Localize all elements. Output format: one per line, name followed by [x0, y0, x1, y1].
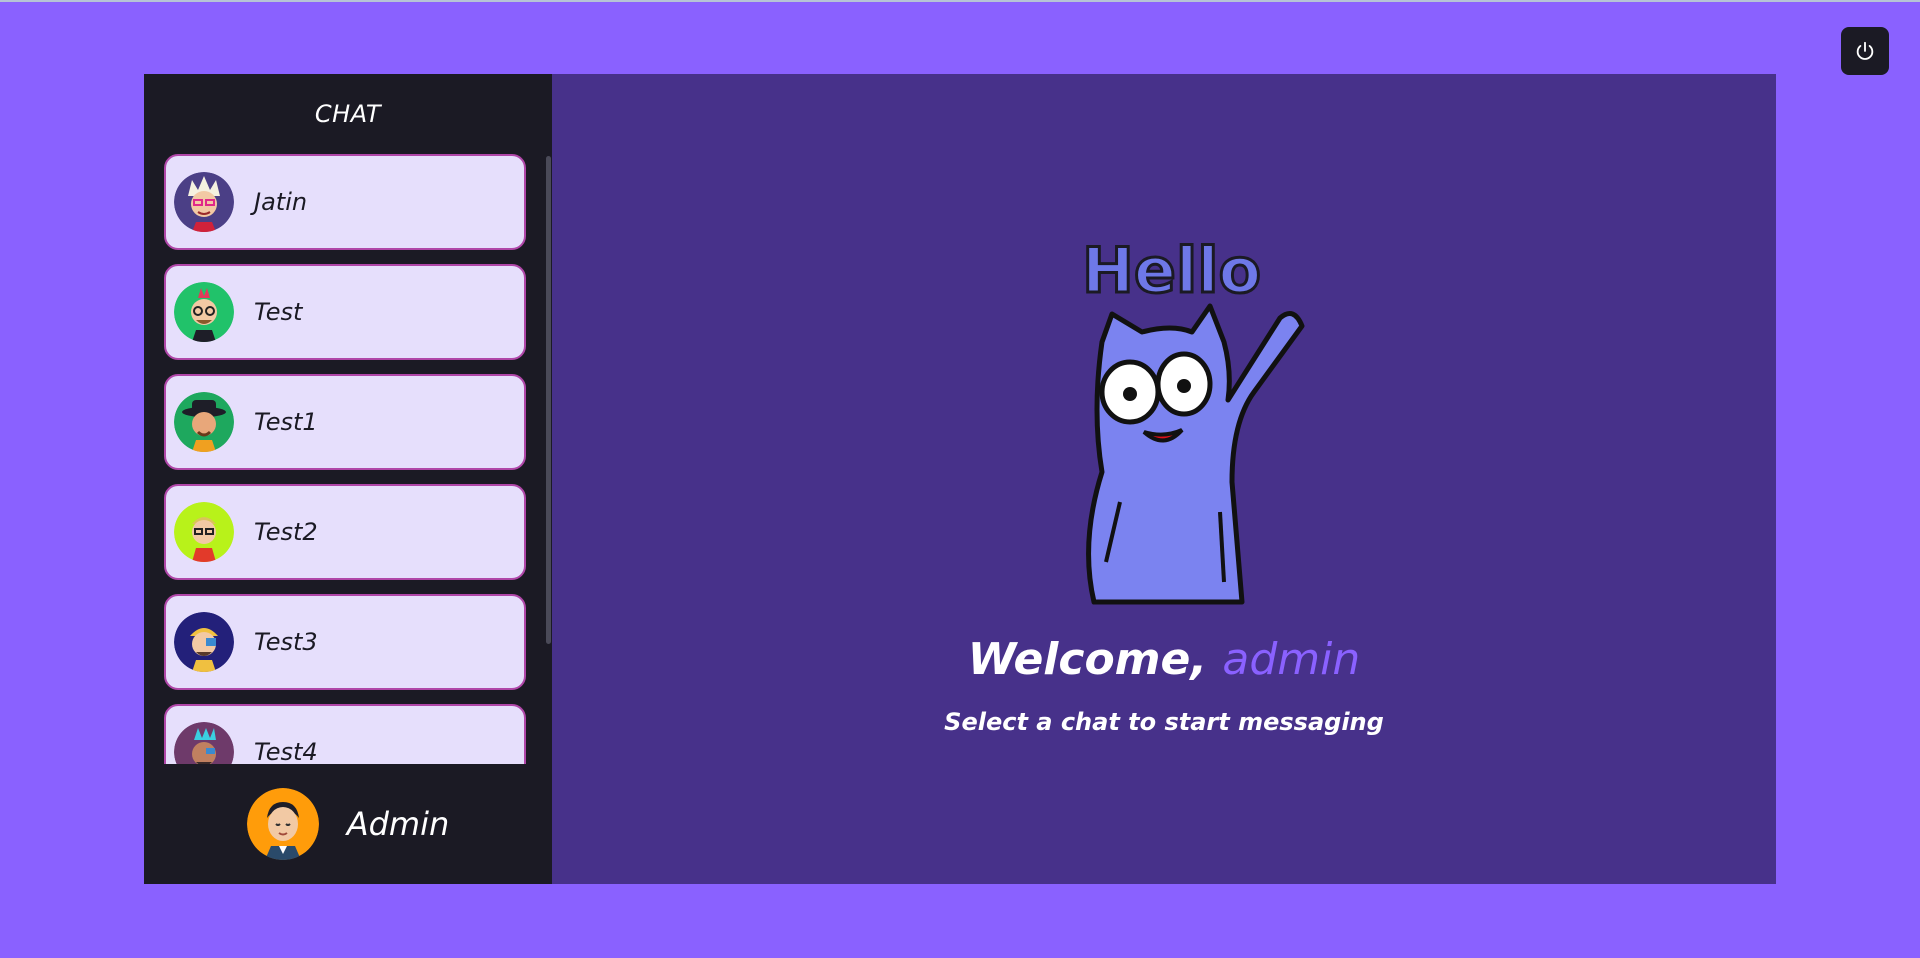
- contact-list-scrollbar[interactable]: [546, 156, 551, 644]
- contact-list[interactable]: Jatin Test Test1 Test2 Test3 Test4: [164, 154, 532, 764]
- contact-name: Test4: [254, 738, 318, 764]
- contact-item-test[interactable]: Test: [164, 264, 526, 360]
- power-icon: [1856, 41, 1874, 60]
- sidebar-title: CHAT: [314, 100, 382, 128]
- contact-item-test4[interactable]: Test4: [164, 704, 526, 764]
- welcome-heading: Welcome, admin: [552, 634, 1776, 685]
- chat-app: CHAT Jatin Test Test1 Test2 Test3 Test4 …: [144, 74, 1776, 884]
- sidebar: CHAT Jatin Test Test1 Test2 Test3 Test4 …: [144, 74, 552, 884]
- top-border: [0, 0, 1920, 2]
- contact-item-test1[interactable]: Test1: [164, 374, 526, 470]
- current-user-bar: Admin: [144, 764, 552, 884]
- contact-name: Jatin: [254, 188, 308, 216]
- contact-name: Test2: [254, 518, 318, 546]
- welcome-panel: Hello Welcome, admin Select a chat to st…: [552, 74, 1776, 884]
- welcome-username: admin: [1222, 634, 1361, 685]
- avatar: [174, 722, 234, 764]
- welcome-prefix: Welcome,: [967, 634, 1223, 685]
- welcome-subtitle: Select a chat to start messaging: [944, 708, 1384, 736]
- contact-item-jatin[interactable]: Jatin: [164, 154, 526, 250]
- hello-text: Hello: [1082, 234, 1261, 307]
- contact-item-test2[interactable]: Test2: [164, 484, 526, 580]
- hello-cat-illustration: Hello: [1081, 233, 1305, 605]
- avatar: [174, 612, 234, 672]
- contact-name: Test3: [254, 628, 318, 656]
- contact-name: Test1: [254, 408, 318, 436]
- avatar: [174, 392, 234, 452]
- contact-item-test3[interactable]: Test3: [164, 594, 526, 690]
- avatar: [174, 502, 234, 562]
- contact-name: Test: [254, 298, 303, 326]
- current-user-avatar: [246, 788, 319, 860]
- current-user-name: Admin: [346, 805, 450, 843]
- avatar: [174, 282, 234, 342]
- avatar: [174, 172, 234, 232]
- logout-button[interactable]: [1841, 27, 1889, 75]
